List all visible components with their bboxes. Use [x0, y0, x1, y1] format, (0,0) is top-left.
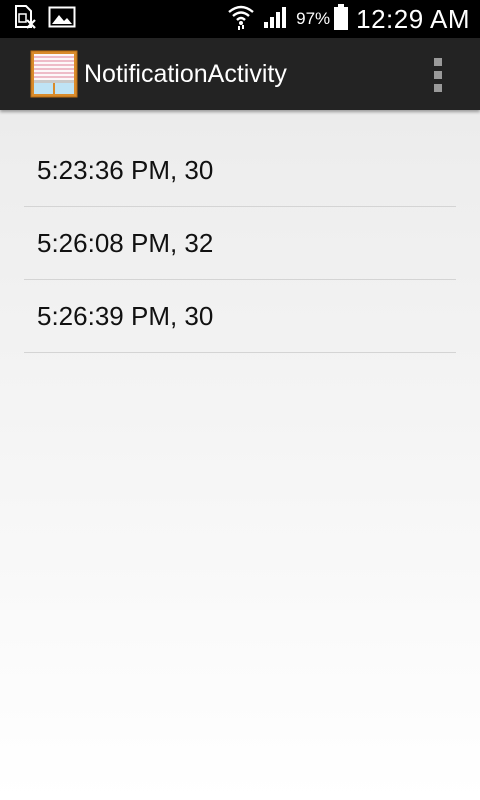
battery-icon [334, 3, 349, 35]
notification-list: 5:23:36 PM, 30 5:26:08 PM, 32 5:26:39 PM… [24, 134, 456, 353]
window-blinds-icon[interactable] [30, 50, 78, 98]
overflow-menu-icon [434, 58, 442, 66]
status-clock: 12:29 AM [356, 3, 470, 34]
list-item[interactable]: 5:26:08 PM, 32 [24, 207, 456, 280]
overflow-menu-icon-dot [434, 84, 442, 92]
list-item[interactable]: 5:26:39 PM, 30 [24, 280, 456, 353]
status-bar: 97% 12:29 AM [0, 0, 480, 38]
overflow-menu-icon-dot [434, 71, 442, 79]
action-bar-title: NotificationActivity [84, 60, 287, 88]
list-item-label: 5:23:36 PM, 30 [37, 154, 214, 185]
status-bar-notifications [14, 4, 88, 34]
overflow-menu-button[interactable] [426, 58, 450, 92]
status-bar-system: 97% 12:29 AM [226, 0, 470, 38]
list-item-label: 5:26:08 PM, 32 [37, 227, 214, 258]
sim-error-icon [14, 4, 36, 34]
list-item[interactable]: 5:23:36 PM, 30 [24, 134, 456, 207]
battery-percent: 97% [296, 9, 331, 28]
action-bar: NotificationActivity [0, 38, 480, 110]
wifi-icon [226, 3, 256, 36]
gallery-icon [48, 6, 76, 33]
signal-icon [262, 5, 288, 34]
list-item-label: 5:26:39 PM, 30 [37, 300, 214, 331]
